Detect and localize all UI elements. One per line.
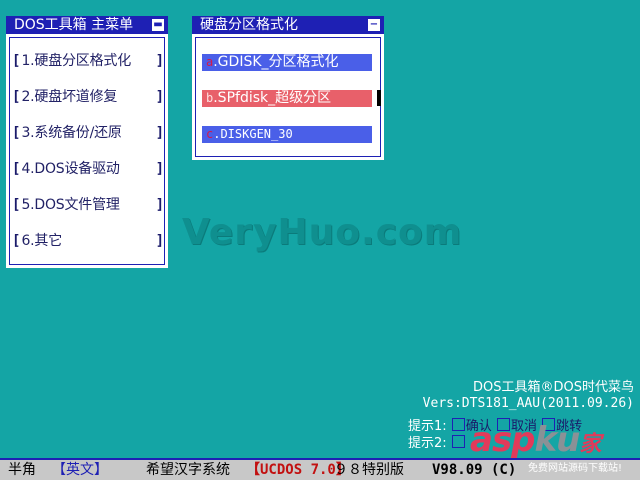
menu-item-label: 4.DOS设备驱动 <box>21 161 120 177</box>
menu-item-bad-sector-repair[interactable]: [2.硬盘坏道修复] <box>12 86 164 108</box>
menu-item-label: 6.其它 <box>21 233 62 249</box>
submenu-title: 硬盘分区格式化 <box>200 17 298 33</box>
app-credit: DOS工具箱®DOS时代菜鸟 <box>473 380 634 395</box>
menu-item-label: 2.硬盘坏道修复 <box>21 89 118 105</box>
menu-item-label: 1.硬盘分区格式化 <box>21 53 131 69</box>
system-name: 希望汉字系统 <box>146 462 230 478</box>
dos-screen: DOS工具箱 主菜单 ▬ [1.硬盘分区格式化] [2.硬盘坏道修复] [3.系… <box>0 0 640 480</box>
site-logo-text-b: ku <box>534 420 581 460</box>
site-logo-text-c: 家 <box>579 432 601 457</box>
submenu-item-label: .GDISK_分区格式化 <box>213 54 339 70</box>
enter-key-icon <box>451 418 465 431</box>
menu-item-label: 5.DOS文件管理 <box>21 197 120 213</box>
site-logo-text-a: asp <box>470 420 536 460</box>
version-info: Vers:DTS181_AAU(2011.09.26) <box>422 396 634 411</box>
menu-item-file-management[interactable]: [5.DOS文件管理] <box>12 194 164 216</box>
input-width-mode: 半角 <box>8 462 36 478</box>
menu-item-label: 3.系统备份/还原 <box>21 125 122 141</box>
watermark: VeryHuo.com <box>182 212 463 253</box>
submenu-item-label: .DISKGEN_30 <box>213 127 293 141</box>
key-icon <box>451 435 465 448</box>
hint-line-2: 提示2: <box>408 432 466 451</box>
copyright-version: V98.09 (C) <box>432 462 517 478</box>
main-menu-title-bar: DOS工具箱 主菜单 ▬ <box>6 16 168 34</box>
menu-item-other[interactable]: [6.其它] <box>12 230 164 252</box>
submenu-window: 硬盘分区格式化 − a.GDISK_分区格式化 b.SPfdisk_超级分区 c… <box>192 16 384 160</box>
submenu-item-gdisk[interactable]: a.GDISK_分区格式化 <box>202 54 372 71</box>
submenu-item-diskgen[interactable]: c.DISKGEN_30 <box>202 126 372 143</box>
hint-2-label: 提示2: <box>408 436 447 451</box>
submenu-item-spfdisk[interactable]: b.SPfdisk_超级分区 <box>202 90 372 107</box>
text-cursor <box>377 90 381 106</box>
input-language: 【英文】 <box>52 462 108 478</box>
main-menu-title: DOS工具箱 主菜单 <box>14 17 134 33</box>
menu-item-backup-restore[interactable]: [3.系统备份/还原] <box>12 122 164 144</box>
submenu-title-bar: 硬盘分区格式化 − <box>192 16 384 34</box>
menu-item-device-drivers[interactable]: [4.DOS设备驱动] <box>12 158 164 180</box>
site-logo: aspku家 <box>470 420 601 460</box>
minimize-icon[interactable]: − <box>368 19 380 31</box>
submenu-item-label: .SPfdisk_超级分区 <box>213 90 332 106</box>
edition-label: ９８特别版 <box>334 462 404 478</box>
main-menu-window: DOS工具箱 主菜单 ▬ [1.硬盘分区格式化] [2.硬盘坏道修复] [3.系… <box>6 16 168 268</box>
menu-item-partition-format[interactable]: [1.硬盘分区格式化] <box>12 50 164 72</box>
site-tagline: 免费网站源码下载站! <box>528 463 623 474</box>
minimize-icon[interactable]: ▬ <box>152 19 164 31</box>
